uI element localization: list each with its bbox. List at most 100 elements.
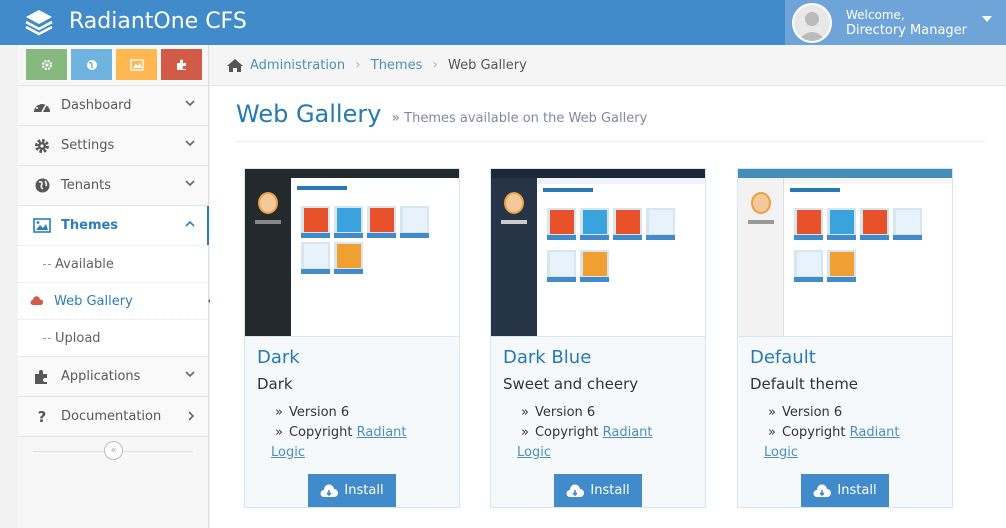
theme-author-link[interactable]: Radiant [850,425,900,440]
sidebar-item-label: Themes [61,218,119,233]
sidebar-item-tenants[interactable]: Tenants [18,165,208,205]
double-chevron-right-icon: » [768,405,776,420]
breadcrumb-themes[interactable]: Themes [371,58,423,73]
breadcrumb-current: Web Gallery [447,57,527,73]
sidebar-item-dashboard[interactable]: Dashboard [18,85,208,125]
theme-card-default: Default Default theme » Version 6 » Copyri… [737,168,953,508]
user-silhouette-icon [798,11,826,41]
theme-name: Dark [257,347,300,368]
shortcut-tenants-button[interactable] [71,49,112,80]
puzzle-icon [176,59,186,70]
sidebar-subitem-label: Web Gallery [54,293,133,309]
gear-icon [41,59,52,70]
double-chevron-right-icon: » [768,425,776,440]
home-icon[interactable] [226,58,244,73]
theme-author-link[interactable]: Radiant [357,425,407,440]
sidebar-collapse: « [18,436,208,464]
sidebar-subitem-label: Available [55,256,114,272]
top-navbar: RadiantOne CFS Welcome, Directory Manage… [0,0,1006,45]
layers-logo-icon [25,10,53,36]
theme-description: Default theme [750,375,859,393]
page-subtitle: » Themes available on the Web Gallery [391,110,647,126]
theme-version: Version 6 [534,405,596,420]
theme-copyright-label: Copyright [534,425,603,440]
install-label: Install [344,483,384,498]
install-button[interactable]: Install [554,474,642,507]
double-chevron-right-icon: » [521,425,529,440]
theme-name: Dark Blue [503,347,592,368]
sidebar-item-themes[interactable]: Themes [18,205,209,245]
double-chevron-right-icon: » [391,110,401,126]
theme-preview-image[interactable] [245,169,459,337]
chevron-right-icon [188,411,195,421]
chevron-down-icon [185,100,195,107]
breadcrumb-separator-icon: › [432,57,438,73]
welcome-label: Welcome, [846,7,905,22]
theme-meta: » Version 6 » Copyright Radiant Logic [764,403,952,463]
theme-description: Sweet and cheery [503,375,639,393]
install-label: Install [590,483,630,498]
theme-author-link[interactable]: Radiant [603,425,653,440]
breadcrumb-separator-icon: › [355,57,361,73]
breadcrumb-administration[interactable]: Administration [250,58,345,73]
brand[interactable]: RadiantOne CFS [24,7,247,37]
user-menu[interactable]: Welcome, Directory Manager [785,0,1006,45]
theme-description: Dark [257,375,293,393]
app-title: RadiantOne CFS [69,9,247,34]
shortcut-themes-button[interactable] [116,49,157,80]
cloud-download-icon [320,483,339,497]
theme-name: Default [750,347,816,368]
page-subtitle-text: Themes available on the Web Gallery [404,111,648,126]
install-button[interactable]: Install [308,474,396,507]
cloud-icon [30,296,44,305]
themes-submenu: Available Web Gallery Upload [18,245,216,356]
theme-author-link-cont[interactable]: Logic [271,445,305,460]
chevron-down-icon [185,180,195,187]
sidebar-item-label: Dashboard [61,98,132,113]
double-chevron-right-icon: » [275,425,283,440]
sidebar-subitem-web-gallery[interactable]: Web Gallery [18,282,216,319]
page-header: Web Gallery » Themes available on the We… [236,100,986,142]
sidebar-subitem-label: Upload [55,330,101,346]
install-button[interactable]: Install [801,474,889,507]
theme-meta: » Version 6 » Copyright Radiant Logic [517,403,705,463]
sidebar-item-documentation[interactable]: ? Documentation [18,396,208,436]
sidebar-item-label: Tenants [61,178,112,193]
sidebar-subitem-upload[interactable]: Upload [18,319,208,356]
chevron-down-icon [185,371,195,378]
sidebar-item-label: Documentation [61,409,162,424]
picture-icon [129,58,144,71]
sidebar-item-applications[interactable]: Applications [18,356,208,396]
theme-author-link-cont[interactable]: Logic [517,445,551,460]
main-content: Web Gallery » Themes available on the We… [210,86,1006,528]
question-icon: ? [37,407,47,426]
picture-icon [31,218,53,233]
cloud-download-icon [566,483,585,497]
chevron-up-icon [185,220,195,227]
sidebar-subitem-available[interactable]: Available [18,245,208,282]
user-info: Welcome, Directory Manager [846,8,967,38]
shortcut-applications-button[interactable] [161,49,202,80]
dashboard-icon [31,99,53,113]
tree-dash [43,263,51,265]
sidebar-item-label: Settings [61,138,115,153]
double-chevron-right-icon: » [275,405,283,420]
sidebar-item-settings[interactable]: Settings [18,125,208,165]
globe-icon [31,178,53,193]
sidebar-item-label: Applications [61,369,141,384]
double-chevron-right-icon: » [521,405,529,420]
sidebar-shortcuts [18,45,208,85]
tree-dash [43,337,51,339]
page-title: Web Gallery [236,100,382,128]
theme-preview-image[interactable] [738,169,952,337]
shortcut-settings-button[interactable] [26,49,67,80]
theme-author-link-cont[interactable]: Logic [764,445,798,460]
globe-icon [86,59,97,70]
double-chevron-left-icon[interactable]: « [104,441,123,460]
theme-preview-image[interactable] [491,169,705,337]
theme-version: Version 6 [288,405,350,420]
breadcrumb: Administration › Themes › Web Gallery [210,45,1006,86]
gear-icon [31,138,53,154]
user-name: Directory Manager [846,22,968,38]
theme-copyright-label: Copyright [781,425,850,440]
